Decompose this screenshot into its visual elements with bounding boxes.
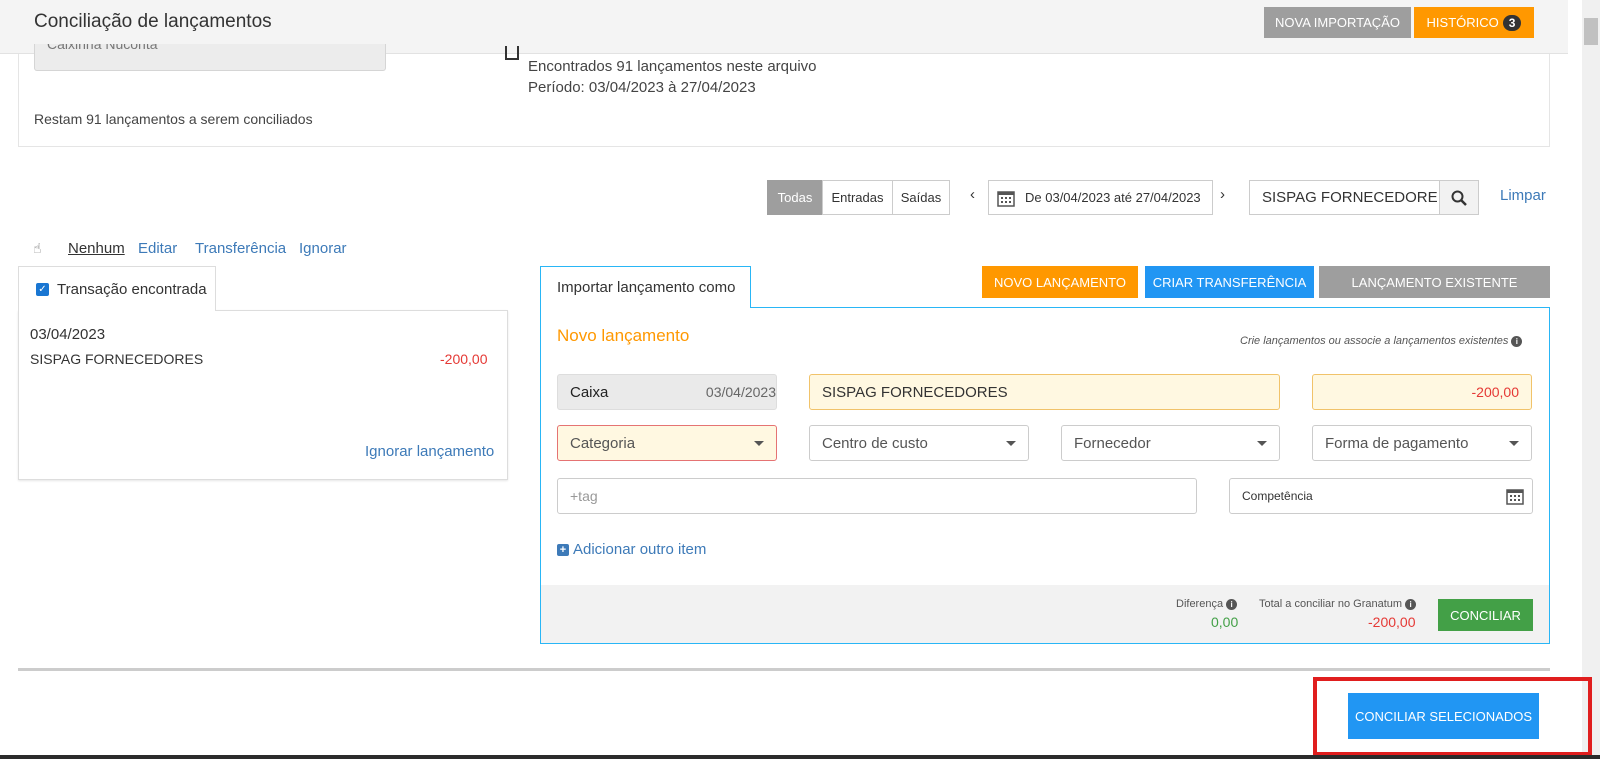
conciliar-button[interactable]: CONCILIAR: [1438, 599, 1533, 631]
diferenca-label: Diferença i: [1176, 598, 1238, 610]
account-select[interactable]: Caixinha Nuconta: [34, 44, 386, 71]
transfer-link[interactable]: Transferência: [195, 240, 286, 257]
fornecedor-select[interactable]: Fornecedor: [1061, 425, 1280, 461]
pointer-icon: ☝: [33, 240, 42, 256]
scrollbar[interactable]: [1582, 0, 1600, 759]
clear-filters-link[interactable]: Limpar: [1500, 187, 1546, 204]
nova-importacao-button[interactable]: NOVA IMPORTAÇÃO: [1264, 7, 1411, 38]
edit-link[interactable]: Editar: [138, 240, 177, 257]
fornecedor-placeholder: Fornecedor: [1074, 434, 1151, 452]
historico-count-badge: 3: [1502, 14, 1522, 31]
centro-custo-placeholder: Centro de custo: [822, 434, 928, 452]
transaction-date: 03/04/2023: [30, 326, 106, 343]
tag-input[interactable]: +tag: [557, 478, 1197, 514]
historico-button[interactable]: HISTÓRICO 3: [1414, 7, 1534, 38]
calendar-icon[interactable]: [1506, 487, 1524, 505]
chevron-left-icon[interactable]: ‹: [970, 186, 975, 203]
chevron-down-icon: [1509, 440, 1519, 446]
conciliar-selecionados-button[interactable]: CONCILIAR SELECIONADOS: [1348, 693, 1539, 739]
competencia-field[interactable]: Competência: [1229, 478, 1533, 514]
transaction-amount: -200,00: [440, 351, 488, 367]
file-icon: [505, 46, 519, 60]
categoria-placeholder: Categoria: [570, 434, 636, 452]
historico-label: HISTÓRICO: [1426, 15, 1499, 30]
chevron-right-icon[interactable]: ›: [1220, 186, 1225, 203]
filter-entradas[interactable]: Entradas: [822, 180, 893, 215]
centro-custo-select[interactable]: Centro de custo: [809, 425, 1029, 461]
hint-label: Crie lançamentos ou associe a lançamento…: [1240, 335, 1509, 347]
ignore-link[interactable]: Ignorar: [299, 240, 347, 257]
total-label-text: Total a conciliar no Granatum: [1259, 598, 1403, 610]
transaction-description: SISPAG FORNECEDORES: [30, 351, 204, 367]
filter-saidas[interactable]: Saídas: [892, 180, 950, 215]
transaction-checkbox[interactable]: ✓: [36, 282, 49, 296]
remaining-count-text: Restam 91 lançamentos a serem conciliado…: [34, 111, 313, 127]
info-icon[interactable]: i: [1511, 335, 1523, 347]
import-as-tab[interactable]: Importar lançamento como: [540, 266, 751, 308]
diferenca-value: 0,00: [1211, 614, 1239, 630]
search-input[interactable]: SISPAG FORNECEDORE: [1249, 180, 1439, 215]
chevron-down-icon: [1006, 440, 1016, 446]
info-icon[interactable]: i: [1405, 598, 1417, 610]
lancamento-existente-button[interactable]: LANÇAMENTO EXISTENTE: [1319, 266, 1550, 298]
account-field-name: Caixa: [570, 383, 609, 401]
value-field[interactable]: -200,00: [1312, 374, 1532, 410]
total-value: -200,00: [1368, 614, 1416, 630]
total-label: Total a conciliar no Granatum i: [1259, 598, 1417, 610]
plus-icon: +: [557, 543, 569, 556]
competencia-label: Competência: [1242, 489, 1313, 503]
transaction-tab[interactable]: ✓ Transação encontrada: [18, 266, 216, 311]
scrollbar-thumb[interactable]: [1584, 18, 1598, 45]
calendar-icon: [997, 190, 1015, 207]
info-icon[interactable]: i: [1226, 598, 1238, 610]
chevron-down-icon: [754, 440, 764, 446]
novo-lancamento-title: Novo lançamento: [557, 326, 690, 345]
categoria-select[interactable]: Categoria: [557, 425, 777, 461]
description-field[interactable]: SISPAG FORNECEDORES: [809, 374, 1280, 410]
period-text: Período: 03/04/2023 à 27/04/2023: [528, 79, 756, 96]
search-button[interactable]: [1439, 180, 1479, 215]
found-count-text: Encontrados 91 lançamentos neste arquivo: [528, 58, 817, 75]
filter-todas[interactable]: Todas: [767, 180, 823, 215]
ignore-transaction-link[interactable]: Ignorar lançamento: [365, 443, 494, 460]
account-field[interactable]: Caixa 03/04/2023: [557, 374, 777, 410]
date-range-text: De 03/04/2023 até 27/04/2023: [1025, 190, 1201, 205]
account-field-date: 03/04/2023: [705, 384, 776, 400]
novo-lancamento-button[interactable]: NOVO LANÇAMENTO: [982, 266, 1138, 298]
add-item-label: Adicionar outro item: [573, 541, 707, 558]
forma-pagamento-placeholder: Forma de pagamento: [1325, 434, 1469, 452]
page-title: Conciliação de lançamentos: [34, 11, 272, 32]
taskbar: [0, 755, 1600, 759]
criar-transferencia-button[interactable]: CRIAR TRANSFERÊNCIA: [1145, 266, 1314, 298]
forma-pagamento-select[interactable]: Forma de pagamento: [1312, 425, 1532, 461]
add-item-link[interactable]: + Adicionar outro item: [557, 541, 706, 558]
chevron-down-icon: [1257, 440, 1267, 446]
select-none-link[interactable]: Nenhum: [68, 240, 125, 257]
divider: [18, 668, 1550, 671]
transaction-tab-label: Transação encontrada: [57, 280, 207, 298]
date-range-picker[interactable]: De 03/04/2023 até 27/04/2023: [988, 180, 1213, 215]
diferenca-label-text: Diferença: [1176, 598, 1224, 610]
search-icon: [1451, 190, 1467, 206]
hint-text: Crie lançamentos ou associe a lançamento…: [1240, 335, 1523, 347]
